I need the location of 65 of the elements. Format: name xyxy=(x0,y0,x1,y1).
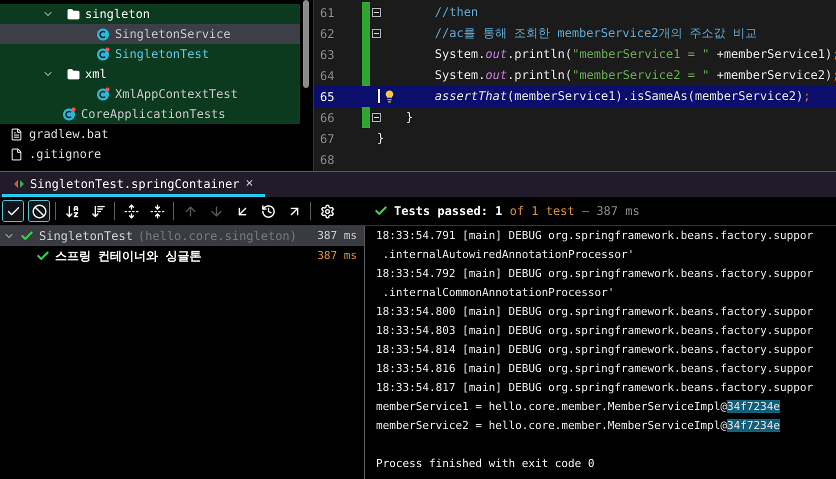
check-icon xyxy=(20,229,34,243)
console-line: .internalAutowiredAnnotationProcessor' xyxy=(382,247,634,263)
sort-icon xyxy=(90,204,106,218)
text-cursor xyxy=(378,89,380,103)
collapse-icon xyxy=(150,204,164,218)
tree-item[interactable]: CoreApplicationTests xyxy=(0,104,300,124)
console-line: Process finished with exit code 0 xyxy=(376,456,595,472)
settings-icon xyxy=(320,204,334,218)
console-line: 18:33:54.791 [main] DEBUG org.springframework.beans.factory.suppor xyxy=(376,228,814,244)
sort-alpha-icon xyxy=(64,204,80,218)
folder-icon xyxy=(67,68,80,80)
line-number: 66 xyxy=(319,110,336,126)
console-line: 18:33:54.814 [main] DEBUG org.springframework.beans.factory.suppor xyxy=(376,342,814,358)
console-line: .internalCommonAnnotationProcessor' xyxy=(382,285,614,301)
line-number: 63 xyxy=(319,46,336,64)
tree-item[interactable]: xml xyxy=(0,64,300,84)
console-line: 18:33:54.792 [main] DEBUG org.springframework.beans.factory.suppor xyxy=(376,266,814,282)
line-number: 62 xyxy=(319,26,336,42)
scrollbar[interactable] xyxy=(303,0,309,88)
test-class-icon xyxy=(62,107,76,121)
fold-icon[interactable] xyxy=(372,8,381,17)
check-icon xyxy=(36,249,50,263)
class-icon xyxy=(96,27,110,41)
clock-icon xyxy=(260,204,276,218)
check-icon xyxy=(374,204,388,218)
code-line: } xyxy=(406,109,414,126)
code-line: assertThat(memberService1).isSameAs(memberService2); xyxy=(434,88,810,105)
tree-item[interactable]: XmlAppContextTest xyxy=(0,84,300,104)
close-tab-button[interactable]: × xyxy=(246,174,254,194)
console-line: 18:33:54.817 [main] DEBUG org.springframework.beans.factory.suppor xyxy=(376,380,814,396)
console-line: 18:33:54.816 [main] DEBUG org.springframework.beans.factory.suppor xyxy=(376,361,814,377)
file-icon xyxy=(10,128,23,140)
file-icon xyxy=(10,148,23,160)
run-config-icon xyxy=(14,178,24,188)
line-number: 65 xyxy=(319,88,336,106)
console-line: 18:33:54.800 [main] DEBUG org.springframework.beans.factory.suppor xyxy=(376,304,814,320)
line-number: 68 xyxy=(319,152,336,168)
line-number: 64 xyxy=(319,68,336,84)
tree-item[interactable]: singleton xyxy=(0,4,300,24)
tree-item[interactable]: SingletonTest xyxy=(0,44,300,64)
fold-icon[interactable] xyxy=(372,29,381,38)
tree-item[interactable]: .gitignore xyxy=(0,144,313,164)
toolbar-button[interactable] xyxy=(28,200,50,222)
line-number: 61 xyxy=(319,4,336,22)
code-line: } xyxy=(377,130,384,147)
arrow-down-icon xyxy=(208,204,224,218)
lightbulb-icon[interactable] xyxy=(383,90,396,102)
code-line: //ac를 통해 조회한 memberService2개의 주소값 비교 xyxy=(434,25,757,42)
test-class-icon xyxy=(96,87,110,101)
tree-item[interactable]: SingletonService xyxy=(0,24,300,44)
tree-item[interactable]: gradlew.bat xyxy=(0,124,313,144)
console-line: memberService2 = hello.core.member.MemberServiceImpl@34f7234e xyxy=(376,418,780,434)
toolbar-button[interactable] xyxy=(2,200,24,222)
console-line: memberService1 = hello.core.member.MemberServiceImpl@34f7234e xyxy=(376,399,780,415)
fold-icon[interactable] xyxy=(372,113,381,122)
line-number: 67 xyxy=(319,130,336,148)
ban-icon xyxy=(32,204,46,218)
console-line: 18:33:54.803 [main] DEBUG org.springframework.beans.factory.suppor xyxy=(376,323,814,339)
expand-icon xyxy=(124,204,138,218)
status-text: Tests passed: 1 of 1 test – 387 ms xyxy=(394,203,640,220)
test-row[interactable]: SingletonTest (hello.core.singleton) 387 ms xyxy=(0,226,364,246)
code-line: //then xyxy=(434,4,478,21)
test-row[interactable]: 스프링 컨테이너와 싱글톤 387 ms xyxy=(0,246,364,266)
test-class-icon xyxy=(96,47,110,61)
folder-icon xyxy=(67,8,80,20)
